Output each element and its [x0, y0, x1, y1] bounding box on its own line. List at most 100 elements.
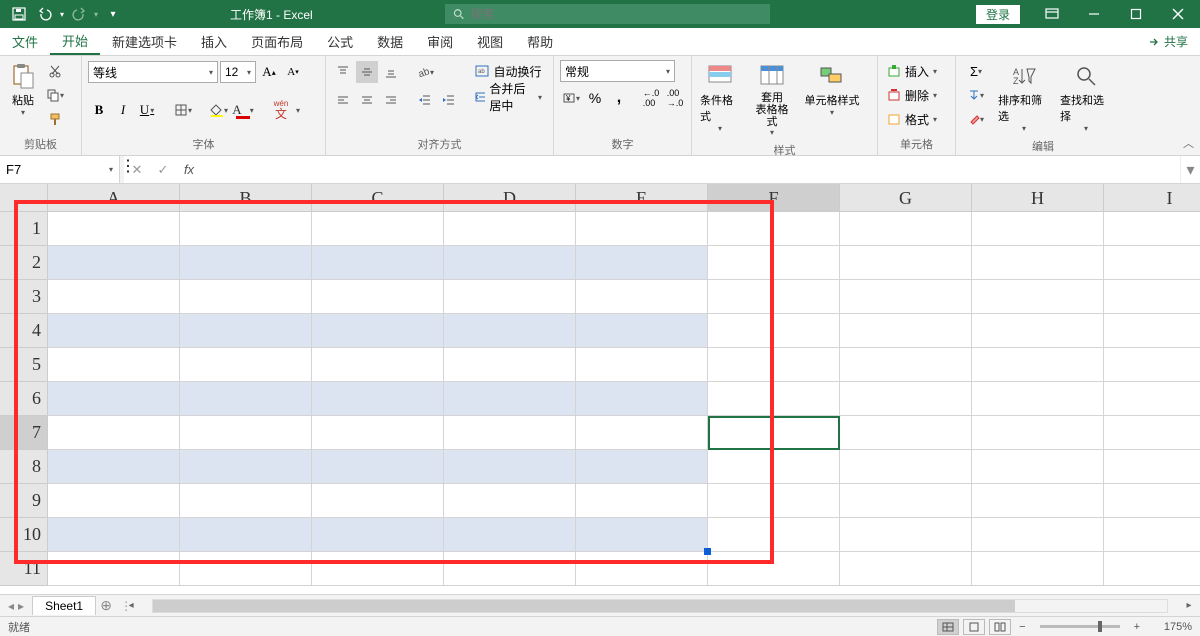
cell[interactable]	[708, 246, 840, 280]
cell[interactable]	[972, 450, 1104, 484]
cell[interactable]	[48, 348, 180, 382]
hscroll-right-button[interactable]: ▸	[1182, 599, 1196, 613]
cell[interactable]	[708, 416, 840, 450]
clear-button[interactable]: ▾	[962, 108, 990, 130]
cell[interactable]	[312, 280, 444, 314]
copy-button[interactable]: ▾	[44, 84, 66, 106]
cell[interactable]	[840, 552, 972, 586]
insert-cells-button[interactable]: 插入▾	[884, 60, 940, 82]
cell[interactable]	[48, 552, 180, 586]
sheet-tab-active[interactable]: Sheet1	[32, 596, 96, 615]
cell[interactable]	[444, 416, 576, 450]
cell[interactable]	[708, 484, 840, 518]
cell[interactable]	[444, 552, 576, 586]
row-header[interactable]: 8	[0, 450, 48, 484]
close-button[interactable]	[1158, 0, 1198, 28]
decrease-font-button[interactable]: A▾	[282, 61, 304, 83]
cell[interactable]	[840, 314, 972, 348]
cell[interactable]	[180, 484, 312, 518]
minimize-button[interactable]	[1074, 0, 1114, 28]
cell[interactable]	[444, 348, 576, 382]
cell[interactable]	[708, 280, 840, 314]
tab-layout[interactable]: 页面布局	[239, 28, 315, 55]
cell[interactable]	[840, 246, 972, 280]
cell[interactable]	[972, 246, 1104, 280]
cell[interactable]	[312, 552, 444, 586]
cell[interactable]	[840, 484, 972, 518]
cell[interactable]	[972, 348, 1104, 382]
cell[interactable]	[1104, 382, 1200, 416]
cell[interactable]	[444, 484, 576, 518]
number-format-select[interactable]: 常规▾	[560, 60, 675, 82]
row-header[interactable]: 5	[0, 348, 48, 382]
cell[interactable]	[180, 416, 312, 450]
formula-input[interactable]	[202, 156, 1180, 183]
cell[interactable]	[576, 484, 708, 518]
font-color-button[interactable]: A▾	[232, 99, 254, 121]
column-header[interactable]: F	[708, 184, 840, 212]
formula-bar-expand-button[interactable]: ▾	[1180, 156, 1200, 183]
align-top-button[interactable]	[332, 61, 354, 83]
cell[interactable]	[1104, 416, 1200, 450]
normal-view-button[interactable]	[937, 619, 959, 635]
cell[interactable]	[708, 450, 840, 484]
zoom-level[interactable]: 175%	[1148, 621, 1192, 633]
column-header[interactable]: A	[48, 184, 180, 212]
zoom-slider-thumb[interactable]	[1098, 621, 1102, 632]
sum-button[interactable]: Σ▾	[962, 60, 990, 82]
fill-button[interactable]: ▾	[962, 84, 990, 106]
increase-font-button[interactable]: A▴	[258, 61, 280, 83]
cell[interactable]	[180, 552, 312, 586]
cell[interactable]	[576, 314, 708, 348]
tab-home[interactable]: 开始	[50, 28, 100, 55]
page-layout-view-button[interactable]	[963, 619, 985, 635]
cell[interactable]	[48, 450, 180, 484]
orientation-button[interactable]: ab▾	[414, 61, 436, 83]
column-header[interactable]: G	[840, 184, 972, 212]
cell[interactable]	[840, 518, 972, 552]
cell[interactable]	[180, 280, 312, 314]
paste-button[interactable]: 粘贴 ▾	[6, 60, 40, 119]
fill-color-button[interactable]: ▾	[208, 99, 230, 121]
cell[interactable]	[972, 382, 1104, 416]
cell[interactable]	[48, 212, 180, 246]
row-header[interactable]: 11	[0, 552, 48, 586]
cell[interactable]	[48, 518, 180, 552]
cell[interactable]	[312, 518, 444, 552]
cell[interactable]	[312, 348, 444, 382]
cell[interactable]	[840, 450, 972, 484]
cell[interactable]	[444, 518, 576, 552]
cell[interactable]	[48, 416, 180, 450]
cell[interactable]	[1104, 246, 1200, 280]
sheet-nav-prev[interactable]: ◂	[8, 599, 14, 613]
chevron-down-icon[interactable]: ▾	[296, 106, 300, 115]
comma-button[interactable]: ,	[608, 87, 630, 109]
cell[interactable]	[708, 552, 840, 586]
tab-view[interactable]: 视图	[465, 28, 515, 55]
cell[interactable]	[576, 416, 708, 450]
cut-button[interactable]	[44, 60, 66, 82]
cell[interactable]	[444, 450, 576, 484]
fx-button[interactable]: fx	[176, 156, 202, 183]
cell[interactable]	[1104, 484, 1200, 518]
increase-decimal-button[interactable]: ←.0.00	[640, 87, 662, 109]
confirm-formula-button[interactable]: ✓	[150, 156, 176, 183]
cell[interactable]	[1104, 314, 1200, 348]
tab-file[interactable]: 文件	[0, 28, 50, 55]
cell[interactable]	[180, 518, 312, 552]
tab-insert[interactable]: 插入	[189, 28, 239, 55]
cell[interactable]	[444, 280, 576, 314]
borders-button[interactable]: ▾	[172, 99, 194, 121]
tab-formulas[interactable]: 公式	[315, 28, 365, 55]
font-size-select[interactable]: 12▾	[220, 61, 256, 83]
cell[interactable]	[180, 450, 312, 484]
cell[interactable]	[840, 280, 972, 314]
find-select-button[interactable]: 查找和选择▾	[1058, 60, 1114, 135]
cell[interactable]	[180, 348, 312, 382]
cell[interactable]	[312, 416, 444, 450]
column-header[interactable]: I	[1104, 184, 1200, 212]
cell[interactable]	[312, 382, 444, 416]
collapse-ribbon-button[interactable]: ︿	[1183, 135, 1194, 151]
cell[interactable]	[180, 314, 312, 348]
cell[interactable]	[312, 484, 444, 518]
